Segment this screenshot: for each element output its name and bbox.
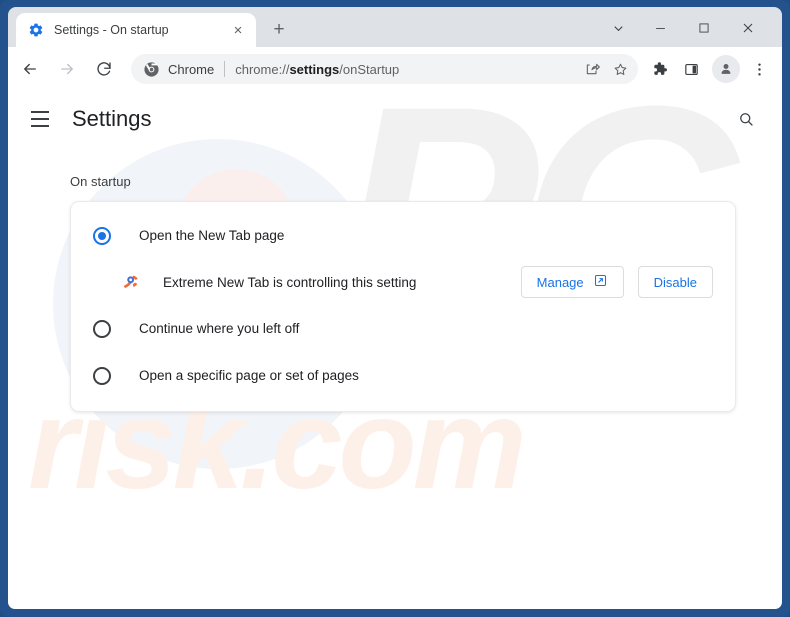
browser-tab[interactable]: Settings - On startup ×: [16, 13, 256, 47]
option-label: Open the New Tab page: [139, 228, 285, 243]
page-title: Settings: [72, 106, 152, 131]
share-icon[interactable]: [578, 55, 606, 83]
tab-close-icon[interactable]: ×: [227, 19, 249, 41]
browser-toolbar: Chrome chrome://settings/onStartup: [8, 47, 782, 91]
manage-button-label: Manage: [536, 274, 584, 290]
disable-button-label: Disable: [653, 274, 697, 290]
option-label: Continue where you left off: [139, 321, 300, 336]
option-continue-where-left-off[interactable]: Continue where you left off: [71, 305, 735, 352]
extensions-icon[interactable]: [644, 54, 674, 84]
chrome-chip-label: Chrome: [168, 61, 215, 77]
browser-window: Settings - On startup × + Chrome chrome:…: [0, 0, 790, 617]
settings-header: Settings: [8, 91, 782, 147]
forward-button[interactable]: [52, 54, 82, 84]
option-open-specific-pages[interactable]: Open a specific page or set of pages: [71, 352, 735, 399]
close-icon[interactable]: [730, 13, 766, 43]
tab-strip: Settings - On startup × +: [8, 7, 782, 47]
new-tab-button[interactable]: +: [266, 17, 292, 43]
maximize-icon[interactable]: [686, 13, 722, 43]
external-link-icon: [593, 273, 608, 291]
disable-button[interactable]: Disable: [637, 266, 713, 298]
settings-gear-icon: [28, 22, 44, 38]
reload-button[interactable]: [89, 54, 119, 84]
option-open-new-tab-page[interactable]: Open the New Tab page: [71, 212, 735, 259]
on-startup-card: Open the New Tab page Extreme New Tab is…: [70, 201, 736, 412]
url-path: /onStartup: [339, 61, 400, 77]
address-bar[interactable]: Chrome chrome://settings/onStartup: [131, 54, 638, 84]
three-dot-menu-icon[interactable]: [744, 54, 774, 84]
option-label: Open a specific page or set of pages: [139, 368, 359, 383]
tab-title: Settings - On startup: [54, 23, 169, 37]
chrome-logo-icon: [144, 61, 159, 77]
radio-open-specific-pages[interactable]: [93, 366, 111, 385]
minimize-icon[interactable]: [642, 13, 678, 43]
omnibox-url: chrome://settings/onStartup: [235, 62, 578, 77]
url-prefix: chrome://: [235, 61, 290, 77]
extension-icon: [121, 272, 141, 292]
manage-button[interactable]: Manage: [520, 266, 624, 298]
controlled-setting-text: Extreme New Tab is controlling this sett…: [163, 274, 417, 290]
controlled-setting-actions: Manage Disable: [520, 266, 713, 298]
search-icon[interactable]: [730, 103, 762, 135]
star-icon[interactable]: [606, 55, 634, 83]
controlled-setting-notice: Extreme New Tab is controlling this sett…: [71, 259, 735, 305]
omnibox-actions: [578, 55, 634, 83]
hamburger-menu-icon[interactable]: [22, 101, 58, 137]
section-label: On startup: [70, 174, 131, 189]
chevron-down-icon[interactable]: [600, 13, 636, 43]
radio-continue-where-left-off[interactable]: [93, 319, 111, 338]
settings-page: PC risk.com Settings On startup Open the…: [8, 91, 782, 609]
url-host: settings: [289, 61, 340, 77]
radio-open-new-tab-page[interactable]: [93, 226, 111, 245]
chrome-chip[interactable]: Chrome: [143, 61, 214, 78]
back-button[interactable]: [15, 54, 45, 84]
avatar[interactable]: [712, 55, 740, 83]
omnibox-divider: [224, 61, 226, 77]
side-panel-icon[interactable]: [676, 54, 706, 84]
